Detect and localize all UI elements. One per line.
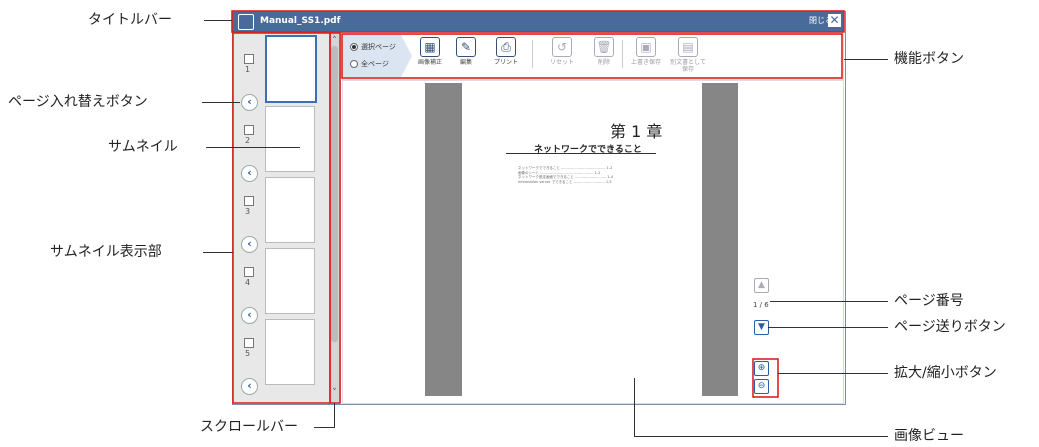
- thumbnail-area-frame: [232, 32, 331, 404]
- leader-line: [202, 102, 240, 103]
- callout-page-number: ページ番号: [894, 293, 964, 309]
- leader-line: [203, 252, 233, 253]
- callout-page-forward-button: ページ送りボタン: [894, 319, 1006, 335]
- function-buttons-frame: [341, 33, 843, 79]
- callout-thumbnail: サムネイル: [108, 139, 178, 155]
- leader-line: [778, 373, 888, 374]
- annotation-overlay: [231, 10, 845, 404]
- callout-scrollbar: スクロールバー: [200, 419, 298, 435]
- callout-function-buttons: 機能ボタン: [894, 51, 964, 67]
- leader-line: [314, 427, 334, 428]
- leader-line: [634, 378, 635, 436]
- leader-line: [844, 59, 888, 60]
- title-bar-frame: [231, 10, 845, 33]
- callout-title-bar: タイトルバー: [88, 12, 172, 28]
- leader-line: [204, 20, 232, 21]
- zoom-buttons-frame: [752, 358, 779, 398]
- callout-page-swap-button: ページ入れ替えボタン: [8, 94, 148, 110]
- leader-line: [770, 301, 888, 302]
- leader-line: [206, 147, 300, 148]
- leader-line: [634, 436, 888, 437]
- callout-image-view: 画像ビュー: [894, 428, 964, 444]
- leader-line: [768, 327, 888, 328]
- callout-zoom-buttons: 拡大/縮小ボタン: [894, 365, 997, 381]
- scrollbar-frame: [329, 32, 341, 404]
- callout-thumbnail-area: サムネイル表示部: [50, 244, 162, 260]
- leader-line: [334, 403, 335, 428]
